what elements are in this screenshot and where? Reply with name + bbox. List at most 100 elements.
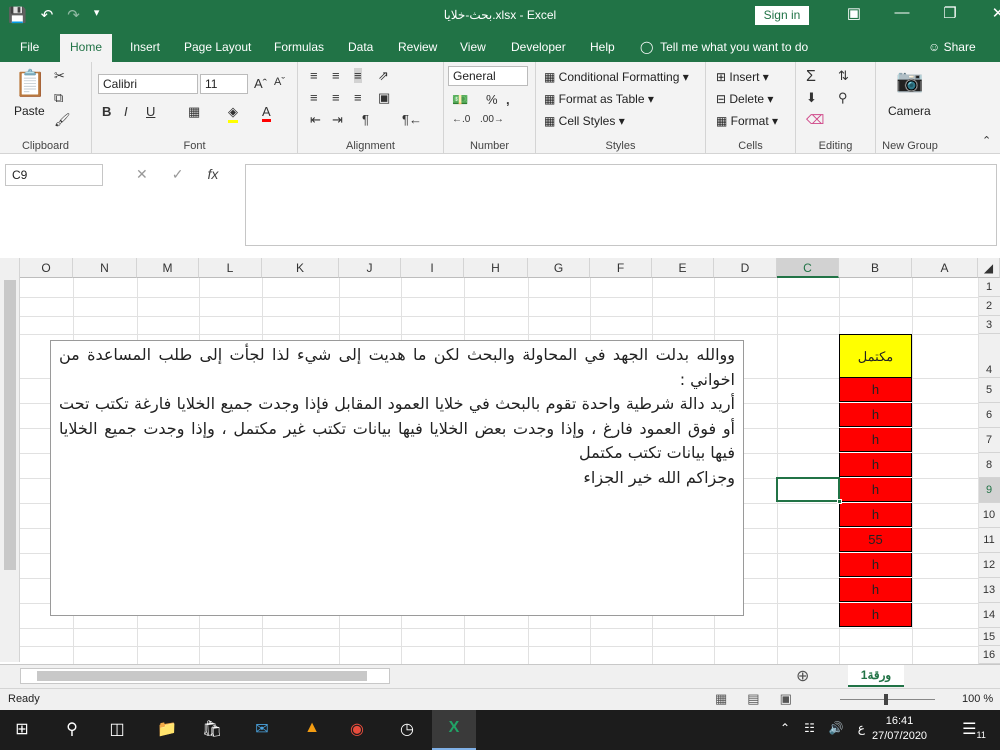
delete-cells-button[interactable]: ⊟ Delete ▾ — [716, 92, 773, 106]
active-cell-c9[interactable] — [776, 477, 842, 504]
column-header-o[interactable]: O — [20, 258, 73, 278]
cell-b14[interactable]: h — [839, 603, 912, 627]
zoom-slider-thumb[interactable] — [884, 694, 888, 705]
windows-start-icon[interactable]: ⊞ — [10, 719, 34, 741]
rtl-icon[interactable]: ¶← — [402, 112, 422, 127]
column-header-k[interactable]: K — [262, 258, 339, 278]
format-as-table-button[interactable]: ▦ Format as Table ▾ — [544, 92, 654, 106]
cancel-icon[interactable]: ✕ — [136, 166, 148, 183]
horizontal-scrollbar[interactable] — [20, 668, 390, 684]
increase-font-icon[interactable]: Aˆ — [254, 76, 267, 91]
row-header-16[interactable]: 16 — [978, 646, 1000, 664]
borders-icon[interactable]: ▦ — [188, 104, 200, 120]
close-icon[interactable]: ✕ — [974, 4, 1000, 22]
row-header-15[interactable]: 15 — [978, 628, 1000, 646]
cell-b6[interactable]: h — [839, 403, 912, 427]
tab-review[interactable]: Review — [398, 40, 437, 54]
add-sheet-icon[interactable]: ⊕ — [796, 666, 809, 686]
column-header-i[interactable]: I — [401, 258, 464, 278]
format-cells-button[interactable]: ▦ Format ▾ — [716, 114, 778, 128]
column-header-h[interactable]: H — [464, 258, 528, 278]
currency-icon[interactable]: 💵 — [452, 92, 468, 108]
cut-icon[interactable]: ✂ — [54, 68, 65, 84]
font-size-select[interactable]: 11 — [200, 74, 248, 94]
bold-icon[interactable]: B — [102, 104, 111, 119]
sign-in-button[interactable]: Sign in — [755, 6, 809, 25]
column-header-l[interactable]: L — [199, 258, 262, 278]
tab-help[interactable]: Help — [590, 40, 615, 54]
row-header-6[interactable]: 6 — [978, 403, 1000, 428]
decrease-font-icon[interactable]: Aˇ — [274, 76, 285, 88]
column-header-c[interactable]: C — [777, 258, 839, 278]
decrease-decimal-icon[interactable]: .00→ — [480, 114, 504, 125]
align-left-icon[interactable]: ≡ — [310, 90, 318, 105]
cell-b12[interactable]: h — [839, 553, 912, 577]
page-break-view-icon[interactable]: ▣ — [780, 691, 792, 707]
row-header-12[interactable]: 12 — [978, 553, 1000, 578]
horizontal-scroll-thumb[interactable] — [37, 671, 367, 681]
row-header-5[interactable]: 5 — [978, 378, 1000, 403]
align-right-icon[interactable]: ≡ — [354, 90, 362, 105]
sort-filter-icon[interactable]: ⇅ — [838, 68, 849, 84]
cell-b13[interactable]: h — [839, 578, 912, 602]
task-view-icon[interactable]: ◫ — [105, 719, 129, 741]
find-select-icon[interactable]: ⚲ — [838, 90, 848, 106]
search-icon[interactable]: ⚲ — [60, 719, 84, 741]
ribbon-display-icon[interactable]: ▣ — [830, 4, 878, 22]
font-color-icon[interactable]: A — [262, 104, 271, 122]
fill-color-icon[interactable]: ◈ — [228, 104, 238, 123]
cell-b7[interactable]: h — [839, 428, 912, 452]
paste-icon[interactable]: 📋 — [14, 68, 46, 99]
tab-insert[interactable]: Insert — [130, 40, 160, 54]
column-header-n[interactable]: N — [73, 258, 137, 278]
bottom-align-icon[interactable]: ≡ — [354, 68, 362, 83]
orientation-icon[interactable]: ⇗ — [378, 68, 389, 84]
cell-b8[interactable]: h — [839, 453, 912, 477]
tab-view[interactable]: View — [460, 40, 486, 54]
merge-icon[interactable]: ▣ — [378, 90, 390, 106]
excel-icon[interactable]: X — [442, 719, 466, 741]
camera-icon[interactable]: 📷 — [896, 68, 923, 94]
increase-decimal-icon[interactable]: ←.0 — [452, 114, 470, 125]
column-header-b[interactable]: B — [839, 258, 912, 278]
row-header-14[interactable]: 14 — [978, 603, 1000, 628]
middle-align-icon[interactable]: ≡ — [332, 68, 340, 83]
vertical-scroll-thumb[interactable] — [4, 280, 16, 570]
collapse-ribbon-icon[interactable]: ⌃ — [982, 134, 991, 147]
format-painter-icon[interactable]: 🖌 — [54, 112, 71, 128]
cell-b9[interactable]: h — [839, 478, 912, 502]
conditional-formatting-button[interactable]: ▦ Conditional Formatting ▾ — [544, 70, 689, 84]
row-header-10[interactable]: 10 — [978, 503, 1000, 528]
clear-icon[interactable]: ⌫ — [806, 112, 824, 128]
column-header-d[interactable]: D — [714, 258, 777, 278]
row-header-3[interactable]: 3 — [978, 316, 1000, 334]
row-header-9[interactable]: 9 — [978, 478, 1000, 503]
paste-button[interactable]: Paste — [14, 104, 45, 118]
camera-button[interactable]: Camera — [888, 104, 931, 118]
network-icon[interactable]: ☷ — [804, 721, 815, 735]
row-header-7[interactable]: 7 — [978, 428, 1000, 453]
notifications-icon[interactable]: ☰11 — [962, 719, 986, 741]
column-header-f[interactable]: F — [590, 258, 652, 278]
underline-icon[interactable]: U — [146, 104, 155, 119]
volume-icon[interactable]: 🔊 — [829, 721, 844, 735]
formula-input[interactable] — [245, 164, 997, 246]
decrease-indent-icon[interactable]: ⇤ — [310, 112, 321, 128]
page-layout-view-icon[interactable]: ▤ — [747, 691, 759, 707]
number-format-select[interactable]: General — [448, 66, 528, 86]
store-icon[interactable]: 🛍 — [200, 719, 224, 741]
row-header-2[interactable]: 2 — [978, 297, 1000, 316]
question-textbox[interactable]: ووالله بدلت الجهد في المحاولة والبحث لكن… — [50, 340, 744, 616]
restore-icon[interactable]: ❐ — [926, 4, 974, 22]
worksheet-grid[interactable]: O N M L K J I H G F E D C B A ◢ 1 2 3 4 5 6 7 8 9 10 11 12 13 14 15 16… — [0, 256, 1000, 664]
vertical-scrollbar[interactable] — [0, 258, 20, 662]
header-cell-b4[interactable]: مكتمل — [839, 334, 912, 378]
column-header-e[interactable]: E — [652, 258, 714, 278]
show-hidden-icon[interactable]: ⌃ — [780, 721, 790, 735]
insert-function-icon[interactable]: fx — [207, 166, 218, 183]
tab-page-layout[interactable]: Page Layout — [184, 40, 251, 54]
column-header-g[interactable]: G — [528, 258, 590, 278]
name-box[interactable]: C9 — [5, 164, 103, 186]
row-header-1[interactable]: 1 — [978, 278, 1000, 297]
zoom-level[interactable]: 100 % — [962, 693, 993, 705]
